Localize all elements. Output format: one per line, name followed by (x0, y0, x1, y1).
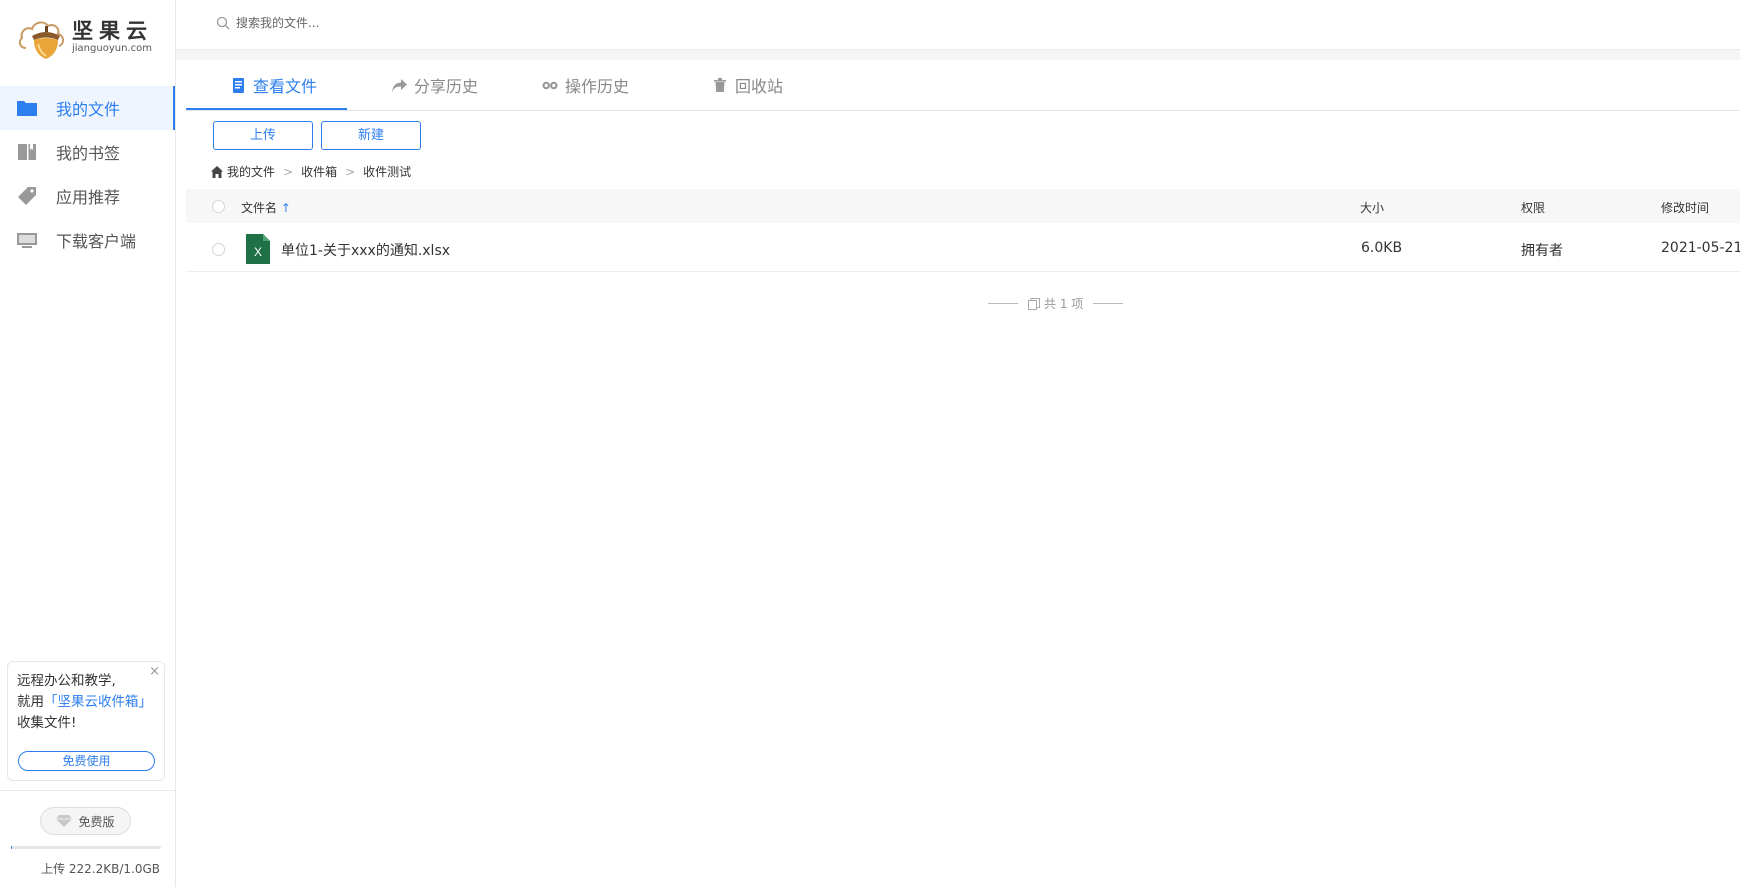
breadcrumb-item[interactable]: 收件箱 (301, 163, 337, 180)
promo-card: × 远程办公和教学, 就用「坚果云收件箱」 收集文件! 免费使用 (7, 661, 165, 781)
new-button[interactable]: 新建 (321, 121, 421, 150)
bookmark-icon (16, 143, 38, 161)
copy-icon (1028, 297, 1040, 310)
free-use-button[interactable]: 免费使用 (18, 751, 155, 771)
tab-bar: 查看文件 分享历史 操作历史 回收站 (186, 60, 1740, 111)
table-header: 文件名 ↑ 大小 权限 修改时间 (186, 189, 1740, 223)
item-count-label: 共 1 项 (1044, 297, 1084, 311)
column-header-name[interactable]: 文件名 ↑ (241, 199, 291, 216)
divider (1093, 303, 1124, 304)
sidebar: 坚果云 jianguoyun.com 我的文件 我的书签 应用推荐 下载客户端 … (0, 0, 176, 887)
file-name[interactable]: 单位1-关于xxx的通知.xlsx (281, 240, 450, 260)
app-window: 坚果云 jianguoyun.com 我的文件 我的书签 应用推荐 下载客户端 … (0, 0, 1740, 887)
tab-share-history[interactable]: 分享历史 (391, 60, 478, 110)
breadcrumb-item[interactable]: 我的文件 (227, 163, 275, 180)
quota-progress-bar (11, 846, 161, 849)
search-input[interactable] (236, 16, 536, 30)
item-count: 共 1 项 (978, 295, 1133, 312)
quota-text: 上传 222.2KB/1.0GB (41, 862, 160, 876)
excel-file-icon: X (246, 234, 270, 264)
search-icon (216, 16, 230, 30)
monitor-icon (16, 231, 38, 249)
plan-badge[interactable]: 免费版 (40, 807, 131, 835)
tab-label: 查看文件 (253, 77, 318, 96)
sidebar-item-app-recommend[interactable]: 应用推荐 (0, 174, 175, 218)
top-bar (176, 0, 1740, 50)
plan-label: 免费版 (78, 814, 115, 829)
search-box (216, 16, 536, 30)
header-gap (176, 50, 1740, 60)
tab-recycle-bin[interactable]: 回收站 (712, 60, 783, 110)
tag-icon (16, 187, 38, 205)
column-header-label: 文件名 (241, 201, 278, 215)
file-size: 6.0KB (1361, 240, 1403, 256)
table-row[interactable]: X 单位1-关于xxx的通知.xlsx 6.0KB 拥有者 2021-05-21 (186, 226, 1740, 272)
upload-button[interactable]: 上传 (213, 121, 313, 150)
select-all-checkbox[interactable] (212, 200, 225, 213)
promo-text: 远程办公和教学, 就用「坚果云收件箱」 收集文件! (17, 671, 162, 734)
tab-operation-history[interactable]: 操作历史 (542, 60, 629, 110)
file-modified-time: 2021-05-21 (1661, 240, 1740, 256)
diamond-icon (56, 815, 73, 827)
tab-label: 回收站 (735, 77, 784, 96)
sidebar-item-my-files[interactable]: 我的文件 (0, 86, 175, 130)
breadcrumb-separator: > (283, 164, 294, 179)
acorn-logo-icon (18, 21, 64, 59)
sidebar-nav: 我的文件 我的书签 应用推荐 下载客户端 (0, 86, 175, 262)
promo-line: 就用 (17, 694, 44, 710)
brand-name: 坚果云 (72, 19, 153, 43)
tab-label: 分享历史 (414, 77, 479, 96)
tab-view-files[interactable]: 查看文件 (230, 60, 317, 110)
share-icon (391, 77, 407, 93)
column-header-size[interactable]: 大小 (1360, 199, 1384, 216)
sidebar-item-bookmarks[interactable]: 我的书签 (0, 130, 175, 174)
sidebar-item-download-client[interactable]: 下载客户端 (0, 218, 175, 262)
brand-domain: jianguoyun.com (72, 43, 152, 54)
active-tab-indicator (186, 108, 347, 110)
row-checkbox[interactable] (212, 243, 225, 256)
history-icon (542, 77, 558, 93)
home-icon (211, 165, 223, 178)
promo-highlight-link[interactable]: 「坚果云收件箱」 (44, 694, 152, 710)
file-permission: 拥有者 (1521, 243, 1563, 259)
promo-line: 远程办公和教学, (17, 673, 116, 689)
sidebar-item-label: 我的文件 (56, 100, 121, 119)
breadcrumb-separator: > (345, 164, 356, 179)
breadcrumb-item: 收件测试 (363, 165, 412, 179)
quota-progress-fill (11, 846, 12, 849)
sort-ascending-icon: ↑ (280, 201, 291, 215)
folder-icon (16, 99, 38, 117)
breadcrumb: 我的文件 > 收件箱 > 收件测试 (211, 163, 411, 180)
column-header-modified[interactable]: 修改时间 (1661, 199, 1709, 216)
svg-text:X: X (254, 245, 262, 259)
tab-label: 操作历史 (565, 77, 630, 96)
sidebar-item-label: 下载客户端 (56, 232, 137, 251)
divider (0, 790, 175, 791)
divider (988, 303, 1018, 304)
sidebar-item-label: 应用推荐 (56, 188, 121, 207)
sidebar-item-label: 我的书签 (56, 144, 121, 163)
column-header-permission: 权限 (1521, 201, 1546, 215)
trash-icon (712, 77, 728, 93)
file-list-icon (230, 77, 246, 93)
logo[interactable]: 坚果云 jianguoyun.com (18, 14, 158, 60)
promo-line: 收集文件! (17, 715, 77, 731)
